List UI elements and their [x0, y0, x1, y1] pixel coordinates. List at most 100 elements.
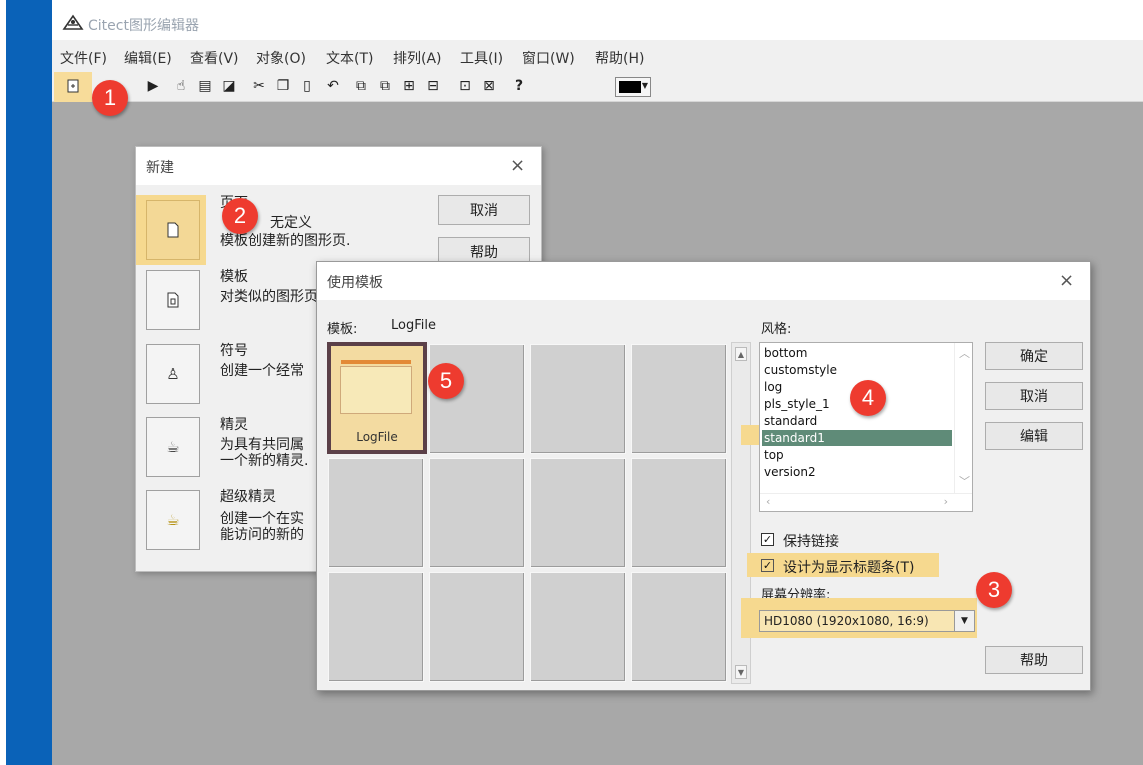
properties-icon[interactable]: ▤ — [194, 75, 216, 97]
chevron-left-icon[interactable]: ‹ — [766, 495, 770, 508]
template-thumb-logfile[interactable]: LogFile — [327, 342, 427, 454]
supergenie-desc-2: 能访问的新的 — [220, 527, 304, 543]
send-back-icon[interactable]: ⧉ — [374, 75, 396, 97]
keep-link-checkbox[interactable]: ✓ — [761, 533, 774, 546]
menu-text[interactable]: 文本(T) — [326, 48, 373, 68]
template-thumb[interactable] — [631, 572, 727, 682]
menu-arrange[interactable]: 排列(A) — [393, 48, 442, 68]
menu-object[interactable]: 对象(O) — [256, 48, 306, 68]
template-icon — [167, 292, 179, 308]
citect-logo-icon — [62, 14, 84, 30]
scroll-up-icon[interactable]: ▲ — [735, 347, 747, 361]
close-icon[interactable]: × — [510, 155, 525, 176]
style-item[interactable]: pls_style_1 — [764, 396, 830, 412]
distribute-icon[interactable]: ⊟ — [422, 75, 444, 97]
menu-edit[interactable]: 编辑(E) — [124, 48, 172, 68]
style-item[interactable]: top — [764, 447, 784, 463]
style-list-hscroll[interactable]: ‹ › — [760, 493, 972, 511]
chevron-up-icon[interactable]: ︿ — [959, 345, 970, 361]
step-badge-2: 2 — [222, 198, 258, 234]
scroll-down-icon[interactable]: ▼ — [735, 665, 747, 679]
style-label: 风格: — [761, 322, 792, 337]
color-picker[interactable]: ▼ — [615, 77, 651, 97]
genie-desc-1: 为具有共同属 — [220, 437, 304, 453]
screen-icon[interactable]: ◪ — [218, 75, 240, 97]
menu-view[interactable]: 查看(V) — [190, 48, 239, 68]
new-template-button[interactable] — [146, 270, 200, 330]
step-badge-5: 5 — [428, 363, 464, 399]
template-thumb[interactable] — [328, 572, 424, 682]
resolution-value: HD1080 (1920x1080, 16:9) — [764, 614, 929, 628]
style-item-selected[interactable]: standard1 — [764, 430, 825, 446]
cancel-button[interactable]: 取消 — [985, 382, 1083, 410]
style-list-vscroll[interactable]: ︿ ﹀ — [954, 343, 972, 493]
resolution-select[interactable]: HD1080 (1920x1080, 16:9) ▼ — [759, 610, 975, 632]
group-icon[interactable]: ⊡ — [454, 75, 476, 97]
template-label: 模板 — [220, 269, 248, 285]
symbol-icon: ♙ — [166, 365, 180, 383]
style-item[interactable]: version2 — [764, 464, 816, 480]
chevron-down-icon: ▼ — [641, 81, 648, 90]
style-item[interactable]: log — [764, 379, 782, 395]
new-page-icon[interactable] — [62, 75, 84, 97]
toolbar: ▶ ☝ ▤ ◪ ✂ ❐ ▯ ↶ ⧉ ⧉ ⊞ ⊟ ⊡ ⊠ ? ▼ — [52, 72, 1143, 102]
chevron-right-icon[interactable]: › — [944, 495, 948, 508]
style-item[interactable]: standard — [764, 413, 817, 429]
step-badge-3: 3 — [976, 572, 1012, 608]
hand-icon[interactable]: ☝ — [170, 75, 192, 97]
template-thumb[interactable] — [328, 458, 424, 568]
copy-icon[interactable]: ❐ — [272, 75, 294, 97]
menu-help[interactable]: 帮助(H) — [595, 48, 644, 68]
menu-window[interactable]: 窗口(W) — [522, 48, 575, 68]
edit-button[interactable]: 编辑 — [985, 422, 1083, 450]
style-list[interactable]: bottom customstyle log pls_style_1 stand… — [759, 342, 973, 512]
step-badge-4: 4 — [850, 380, 886, 416]
color-swatch — [619, 81, 641, 93]
menu-tools[interactable]: 工具(I) — [460, 48, 503, 68]
chevron-down-icon[interactable]: ﹀ — [959, 473, 970, 489]
cut-icon[interactable]: ✂ — [248, 75, 270, 97]
cancel-button[interactable]: 取消 — [438, 195, 530, 225]
new-page-button[interactable] — [146, 200, 200, 260]
align-icon[interactable]: ⊞ — [398, 75, 420, 97]
style-item[interactable]: customstyle — [764, 362, 837, 378]
title-bar: Citect图形编辑器 — [52, 0, 1143, 40]
ungroup-icon[interactable]: ⊠ — [478, 75, 500, 97]
template-label: 模板: — [327, 322, 358, 337]
symbol-desc-1: 创建一个经常 — [220, 363, 304, 379]
template-desc-1: 对类似的图形页 — [220, 289, 318, 305]
help-icon[interactable]: ? — [508, 75, 530, 97]
supergenie-desc-1: 创建一个在实 — [220, 511, 304, 527]
template-dialog-titlebar: 使用模板 × — [317, 262, 1090, 300]
paste-icon[interactable]: ▯ — [296, 75, 318, 97]
thumb-page — [340, 366, 412, 414]
chevron-down-icon[interactable]: ▼ — [954, 611, 974, 631]
page-icon — [167, 222, 179, 238]
new-supergenie-button[interactable]: ☕ — [146, 490, 200, 550]
help-button[interactable]: 帮助 — [985, 646, 1083, 674]
thumb-label: LogFile — [356, 430, 398, 444]
undo-icon[interactable]: ↶ — [322, 75, 344, 97]
template-thumb[interactable] — [631, 458, 727, 568]
template-thumb[interactable] — [429, 344, 525, 454]
new-dialog-title: 新建 — [146, 160, 174, 176]
new-genie-button[interactable]: ☕ — [146, 417, 200, 477]
bring-front-icon[interactable]: ⧉ — [350, 75, 372, 97]
template-thumb[interactable] — [530, 458, 626, 568]
menu-bar: 文件(F) 编辑(E) 查看(V) 对象(O) 文本(T) 排列(A) 工具(I… — [52, 40, 1143, 72]
run-icon[interactable]: ▶ — [142, 75, 164, 97]
page-desc-2: 模板创建新的图形页. — [220, 233, 351, 249]
ok-button[interactable]: 确定 — [985, 342, 1083, 370]
template-thumb[interactable] — [429, 572, 525, 682]
template-thumb[interactable] — [631, 344, 727, 454]
close-icon[interactable]: × — [1059, 270, 1074, 291]
template-thumb[interactable] — [530, 572, 626, 682]
menu-file[interactable]: 文件(F) — [60, 48, 107, 68]
style-item[interactable]: bottom — [764, 345, 807, 361]
titlebar-checkbox[interactable]: ✓ — [761, 559, 774, 572]
template-thumb[interactable] — [530, 344, 626, 454]
new-symbol-button[interactable]: ♙ — [146, 344, 200, 404]
supergenie-icon: ☕ — [166, 511, 180, 529]
template-dialog-title: 使用模板 — [327, 275, 383, 291]
template-thumb[interactable] — [429, 458, 525, 568]
